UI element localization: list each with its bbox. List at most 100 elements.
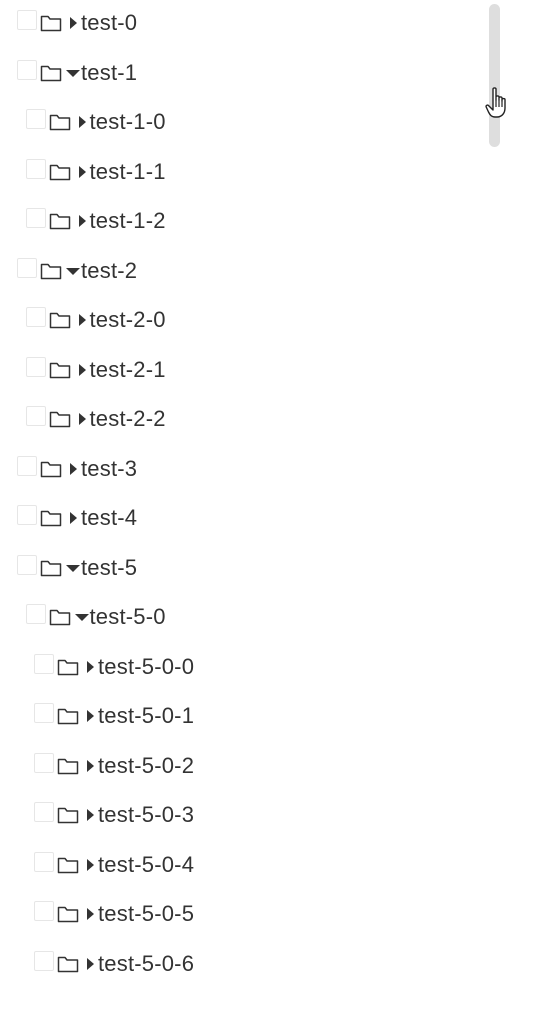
caret-right-icon[interactable] bbox=[74, 162, 90, 182]
folder-icon bbox=[48, 409, 72, 429]
tree-node-checkbox[interactable] bbox=[25, 109, 46, 129]
caret-right-icon[interactable] bbox=[82, 904, 98, 924]
caret-right-icon[interactable] bbox=[82, 855, 98, 875]
folder-icon bbox=[56, 855, 80, 875]
folder-icon bbox=[39, 508, 63, 528]
tree-node[interactable]: test-5 bbox=[17, 553, 137, 583]
folder-icon bbox=[48, 112, 72, 132]
tree-node-checkbox[interactable] bbox=[25, 356, 46, 377]
tree-node-checkbox[interactable] bbox=[34, 752, 54, 773]
tree-node-checkbox[interactable] bbox=[25, 208, 46, 228]
tree-node-checkbox[interactable] bbox=[34, 703, 54, 723]
tree-node[interactable]: test-2-2 bbox=[25, 404, 166, 434]
caret-right-icon[interactable] bbox=[65, 459, 81, 479]
folder-icon bbox=[39, 63, 63, 83]
tree-node-label[interactable]: test-2-1 bbox=[90, 355, 166, 385]
tree-node-label[interactable]: test-5-0-1 bbox=[98, 701, 194, 731]
tree-node[interactable]: test-0 bbox=[17, 8, 137, 38]
tree-node[interactable]: test-2-1 bbox=[25, 355, 166, 385]
tree-node-checkbox[interactable] bbox=[34, 653, 54, 674]
tree-node[interactable]: test-1-2 bbox=[25, 206, 166, 236]
tree-node-label[interactable]: test-5-0-0 bbox=[98, 652, 194, 682]
tree-node[interactable]: test-1 bbox=[17, 58, 137, 88]
tree-node-checkbox[interactable] bbox=[34, 901, 54, 921]
folder-icon bbox=[56, 805, 80, 825]
folder-icon bbox=[39, 261, 63, 281]
folder-icon bbox=[56, 954, 80, 974]
tree-node-checkbox[interactable] bbox=[17, 554, 37, 575]
tree-node-label[interactable]: test-1-1 bbox=[90, 157, 166, 187]
caret-right-icon[interactable] bbox=[82, 756, 98, 776]
tree-node[interactable]: test-5-0-6 bbox=[34, 949, 194, 979]
caret-right-icon[interactable] bbox=[74, 310, 90, 330]
tree-node[interactable]: test-1-0 bbox=[25, 107, 166, 137]
tree-node-label[interactable]: test-2-2 bbox=[90, 404, 166, 434]
tree-node-label[interactable]: test-3 bbox=[81, 454, 137, 484]
tree-node[interactable]: test-1-1 bbox=[25, 157, 166, 187]
tree-node[interactable]: test-5-0-2 bbox=[34, 751, 194, 781]
caret-right-icon[interactable] bbox=[74, 409, 90, 429]
tree-node-label[interactable]: test-5-0 bbox=[90, 602, 166, 632]
tree-node-checkbox[interactable] bbox=[25, 406, 46, 426]
caret-right-icon[interactable] bbox=[74, 360, 90, 380]
folder-icon bbox=[48, 211, 72, 231]
tree-node[interactable]: test-2 bbox=[17, 256, 137, 286]
tree-node-label[interactable]: test-2-0 bbox=[90, 305, 166, 335]
caret-right-icon[interactable] bbox=[82, 954, 98, 974]
tree-node[interactable]: test-2-0 bbox=[25, 305, 166, 335]
tree-node-label[interactable]: test-5-0-2 bbox=[98, 751, 194, 781]
folder-icon bbox=[39, 558, 63, 578]
tree-node-checkbox[interactable] bbox=[34, 802, 54, 822]
tree-node-checkbox[interactable] bbox=[34, 851, 54, 872]
folder-icon bbox=[56, 706, 80, 726]
tree-node-checkbox[interactable] bbox=[17, 10, 37, 30]
tree-node[interactable]: test-5-0-1 bbox=[34, 701, 194, 731]
tree-node-label[interactable]: test-5-0-6 bbox=[98, 949, 194, 979]
caret-right-icon[interactable] bbox=[74, 112, 90, 132]
tree-node-label[interactable]: test-1 bbox=[81, 58, 137, 88]
tree-node[interactable]: test-5-0-4 bbox=[34, 850, 194, 880]
tree-node-label[interactable]: test-4 bbox=[81, 503, 137, 533]
tree-node-label[interactable]: test-5-0-5 bbox=[98, 899, 194, 929]
caret-down-icon[interactable] bbox=[65, 558, 81, 578]
tree-node-checkbox[interactable] bbox=[17, 59, 37, 80]
tree-node[interactable]: test-5-0-5 bbox=[34, 899, 194, 929]
tree-node-label[interactable]: test-5 bbox=[81, 553, 137, 583]
tree-node[interactable]: test-5-0-3 bbox=[34, 800, 194, 830]
tree-node-checkbox[interactable] bbox=[34, 950, 54, 971]
folder-icon bbox=[56, 904, 80, 924]
tree-node-label[interactable]: test-5-0-3 bbox=[98, 800, 194, 830]
caret-right-icon[interactable] bbox=[65, 13, 81, 33]
tree-node-checkbox[interactable] bbox=[25, 604, 46, 624]
folder-icon bbox=[48, 310, 72, 330]
tree-node[interactable]: test-3 bbox=[17, 454, 137, 484]
tree-node-checkbox[interactable] bbox=[17, 455, 37, 476]
caret-down-icon[interactable] bbox=[65, 261, 81, 281]
folder-icon bbox=[56, 657, 80, 677]
tree-node-label[interactable]: test-5-0-4 bbox=[98, 850, 194, 880]
caret-down-icon[interactable] bbox=[65, 63, 81, 83]
tree-node-checkbox[interactable] bbox=[17, 257, 37, 278]
caret-right-icon[interactable] bbox=[82, 657, 98, 677]
tree-node-checkbox[interactable] bbox=[17, 505, 37, 525]
tree-node-checkbox[interactable] bbox=[25, 307, 46, 327]
tree-node-checkbox[interactable] bbox=[25, 158, 46, 179]
folder-icon bbox=[48, 360, 72, 380]
tree-node[interactable]: test-5-0 bbox=[25, 602, 166, 632]
folder-icon bbox=[48, 607, 72, 627]
tree-node[interactable]: test-5-0-0 bbox=[34, 652, 194, 682]
tree-node-label[interactable]: test-1-2 bbox=[90, 206, 166, 236]
tree-node-label[interactable]: test-0 bbox=[81, 8, 137, 38]
tree-node[interactable]: test-4 bbox=[17, 503, 137, 533]
caret-right-icon[interactable] bbox=[74, 211, 90, 231]
tree-node-label[interactable]: test-2 bbox=[81, 256, 137, 286]
caret-right-icon[interactable] bbox=[65, 508, 81, 528]
caret-right-icon[interactable] bbox=[82, 805, 98, 825]
folder-icon bbox=[56, 756, 80, 776]
scrollbar-thumb[interactable] bbox=[489, 4, 500, 147]
caret-down-icon[interactable] bbox=[74, 607, 90, 627]
caret-right-icon[interactable] bbox=[82, 706, 98, 726]
folder-icon bbox=[39, 459, 63, 479]
folder-icon bbox=[48, 162, 72, 182]
tree-node-label[interactable]: test-1-0 bbox=[90, 107, 166, 137]
